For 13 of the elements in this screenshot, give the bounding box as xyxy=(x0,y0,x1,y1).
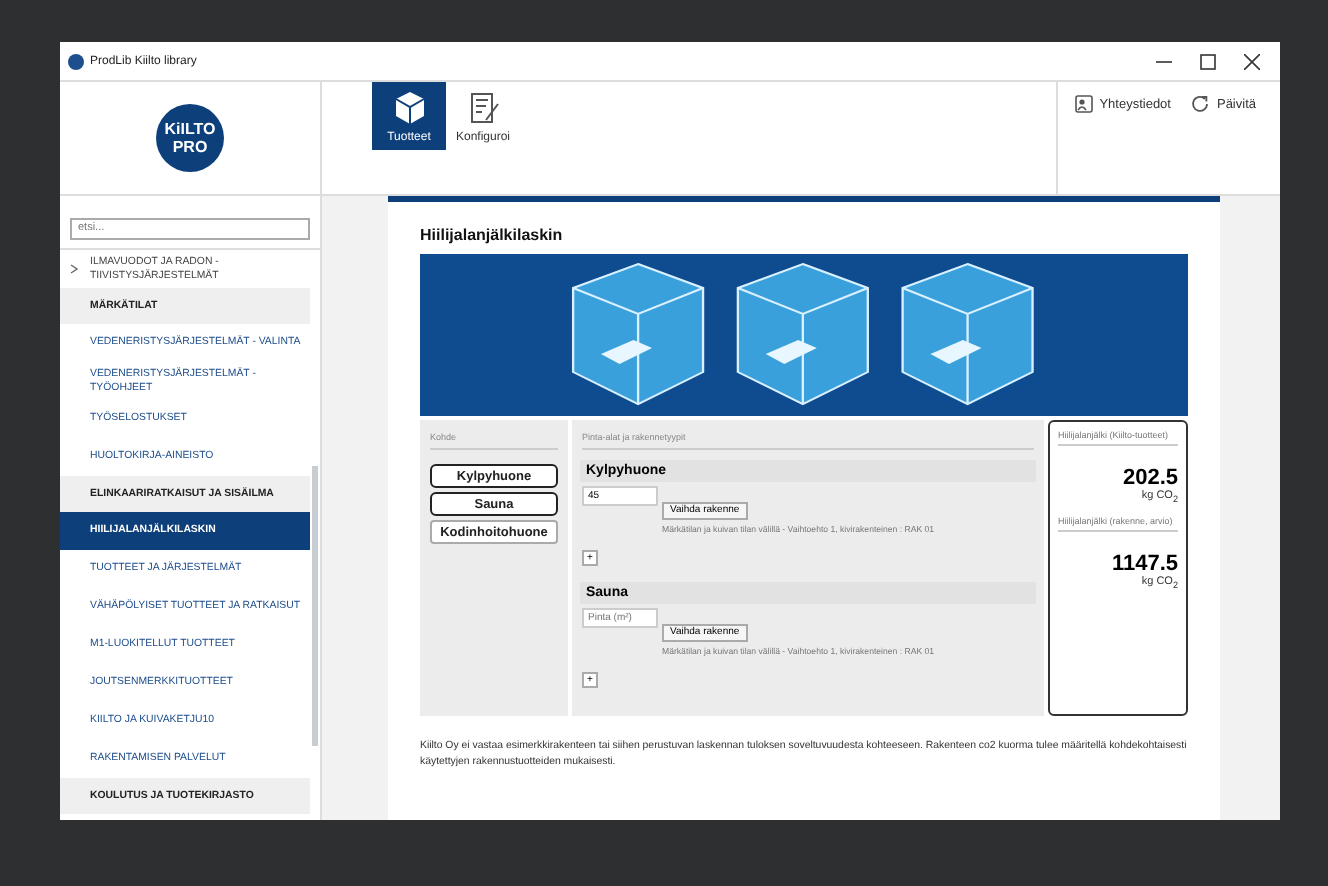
logo: KiILTO PRO xyxy=(156,104,224,172)
chevron-icon xyxy=(70,264,78,274)
box-icon xyxy=(393,89,425,125)
clipboard-icon xyxy=(467,89,499,125)
app-icon xyxy=(68,53,84,69)
result-value: 1147.5 xyxy=(1109,552,1178,577)
maximize-icon[interactable] xyxy=(1200,53,1216,69)
scrollbar[interactable] xyxy=(312,466,318,746)
result-value: 202.5 xyxy=(1120,466,1178,490)
refresh-icon xyxy=(1190,94,1211,114)
page-title: Hiilijalanjälkilaskin xyxy=(420,226,565,244)
contact-card-icon xyxy=(1073,94,1094,114)
close-icon[interactable] xyxy=(1244,53,1260,69)
